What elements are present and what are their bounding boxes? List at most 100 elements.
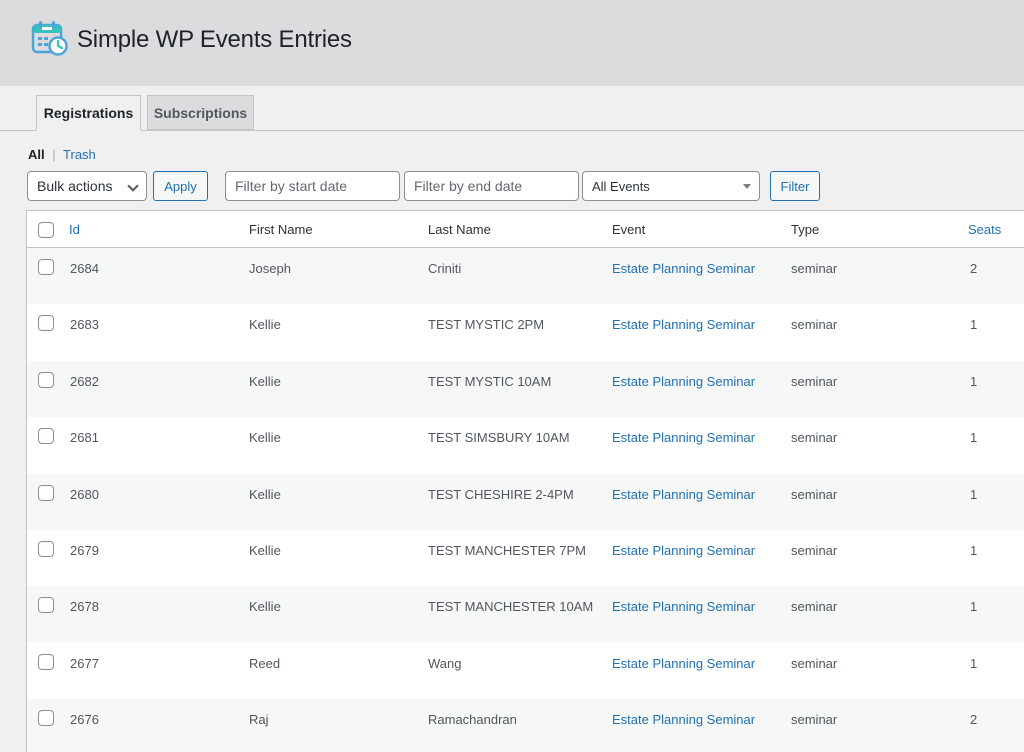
chevron-down-icon [127,180,139,192]
cell-event-link[interactable]: Estate Planning Seminar [612,599,755,614]
cell-event-link[interactable]: Estate Planning Seminar [612,317,755,332]
row-checkbox[interactable] [38,710,54,727]
cell-type: seminar [791,599,838,615]
cell-first-name: Reed [249,655,281,671]
cell-id: 2680 [70,486,99,502]
column-id[interactable]: Id [69,222,80,237]
view-separator: | [52,147,56,162]
cell-seats: 1 [970,543,978,558]
dropdown-arrow-icon [743,184,751,189]
page-title: Simple WP Events Entries [77,26,352,53]
cell-seats: 1 [970,317,978,333]
cell-id: 2683 [70,317,99,333]
cell-event-link[interactable]: Estate Planning Seminar [612,656,755,671]
cell-last-name: TEST MANCHESTER 7PM [428,543,586,558]
table-row: 2683 Kellie TEST MYSTIC 2PM Estate Planning… [27,304,1024,360]
events-select-value: All Events [592,178,650,194]
table-row: 2677 Reed Wang Estate Planning Seminar semin… [27,643,1024,699]
table-row: 2684 Joseph Criniti Estate Planning Seminar… [27,248,1024,304]
events-select[interactable]: All Events [582,171,760,201]
table-row: 2679 Kellie TEST MANCHESTER 7PM Estate Plan… [27,530,1024,586]
view-filters: All | Trash [28,147,96,162]
cell-seats: 2 [970,712,978,728]
view-all-link[interactable]: All [28,147,45,162]
row-checkbox[interactable] [38,371,54,388]
cell-seats: 1 [970,599,978,615]
cell-last-name: TEST MYSTIC 2PM [428,317,545,333]
cell-type: seminar [791,655,838,671]
cell-id: 2677 [70,655,99,671]
cell-id: 2679 [70,543,99,558]
page-header: Simple WP Events Entries [0,0,1024,86]
tabs-divider [0,130,1024,131]
end-date-input[interactable]: Filter by end date [404,171,579,201]
column-type: Type [791,222,820,237]
cell-type: seminar [791,430,838,446]
cell-id: 2684 [70,261,99,276]
bulk-actions-value: Bulk actions [37,178,113,194]
cell-id: 2681 [70,430,99,446]
cell-id: 2676 [70,712,99,728]
tab-subscriptions[interactable]: Subscriptions [147,95,254,130]
cell-last-name: TEST CHESHIRE 2-4PM [428,486,574,502]
table-row: 2680 Kellie TEST CHESHIRE 2-4PM Estate Plan… [27,473,1024,530]
table-row: 2678 Kellie TEST MANCHESTER 10AM Estate Pla… [27,586,1024,643]
cell-first-name: Kellie [249,486,281,502]
registrations-table: Id First Name Last Name Event Type Seats… [26,210,1024,752]
select-all-checkbox[interactable] [38,222,54,238]
row-checkbox[interactable] [38,653,54,670]
cell-last-name: Criniti [428,261,462,276]
table-row: 2682 Kellie TEST MYSTIC 10AM Estate Plannin… [27,360,1024,417]
cell-first-name: Joseph [249,261,291,276]
row-checkbox[interactable] [38,428,54,445]
cell-event-link[interactable]: Estate Planning Seminar [612,712,755,727]
calendar-clock-icon [31,21,68,56]
cell-last-name: TEST MANCHESTER 10AM [428,599,594,615]
cell-id: 2678 [70,599,99,615]
cell-last-name: TEST SIMSBURY 10AM [428,430,570,446]
cell-seats: 1 [970,373,978,389]
cell-first-name: Kellie [249,430,281,446]
cell-seats: 1 [970,486,978,502]
cell-seats: 1 [970,430,978,446]
filter-button[interactable]: Filter [770,171,820,201]
cell-type: seminar [791,486,838,502]
cell-first-name: Kellie [249,317,281,333]
cell-event-link[interactable]: Estate Planning Seminar [612,374,755,389]
start-date-input[interactable]: Filter by start date [225,171,400,201]
tab-registrations[interactable]: Registrations [36,95,141,131]
cell-type: seminar [791,712,838,728]
cell-last-name: Ramachandran [428,712,517,728]
row-checkbox[interactable] [38,259,54,275]
cell-seats: 2 [970,261,978,276]
row-checkbox[interactable] [38,315,54,332]
cell-event-link[interactable]: Estate Planning Seminar [612,543,755,558]
column-event: Event [612,222,646,237]
cell-type: seminar [791,317,838,333]
cell-id: 2682 [70,373,99,389]
column-seats[interactable]: Seats [968,222,1001,237]
cell-event-link[interactable]: Estate Planning Seminar [612,261,755,276]
table-row: 2676 Raj Ramachandran Estate Planning Semin… [27,699,1024,752]
cell-first-name: Kellie [249,543,281,558]
cell-first-name: Kellie [249,599,281,615]
cell-event-link[interactable]: Estate Planning Seminar [612,487,755,502]
cell-type: seminar [791,543,838,558]
row-checkbox[interactable] [38,541,54,557]
row-checkbox[interactable] [38,484,54,501]
bulk-actions-select[interactable]: Bulk actions [27,171,147,201]
table-header: Id First Name Last Name Event Type Seats [27,211,1024,248]
cell-event-link[interactable]: Estate Planning Seminar [612,430,755,445]
apply-button[interactable]: Apply [153,171,208,201]
cell-seats: 1 [970,655,978,671]
column-first-name: First Name [249,222,313,237]
cell-first-name: Kellie [249,373,281,389]
column-last-name: Last Name [428,222,491,237]
cell-first-name: Raj [249,712,269,728]
cell-type: seminar [791,261,838,276]
table-row: 2681 Kellie TEST SIMSBURY 10AM Estate Plann… [27,417,1024,473]
cell-last-name: TEST MYSTIC 10AM [428,373,552,389]
view-trash-link[interactable]: Trash [63,147,96,162]
cell-type: seminar [791,373,838,389]
row-checkbox[interactable] [38,597,54,614]
